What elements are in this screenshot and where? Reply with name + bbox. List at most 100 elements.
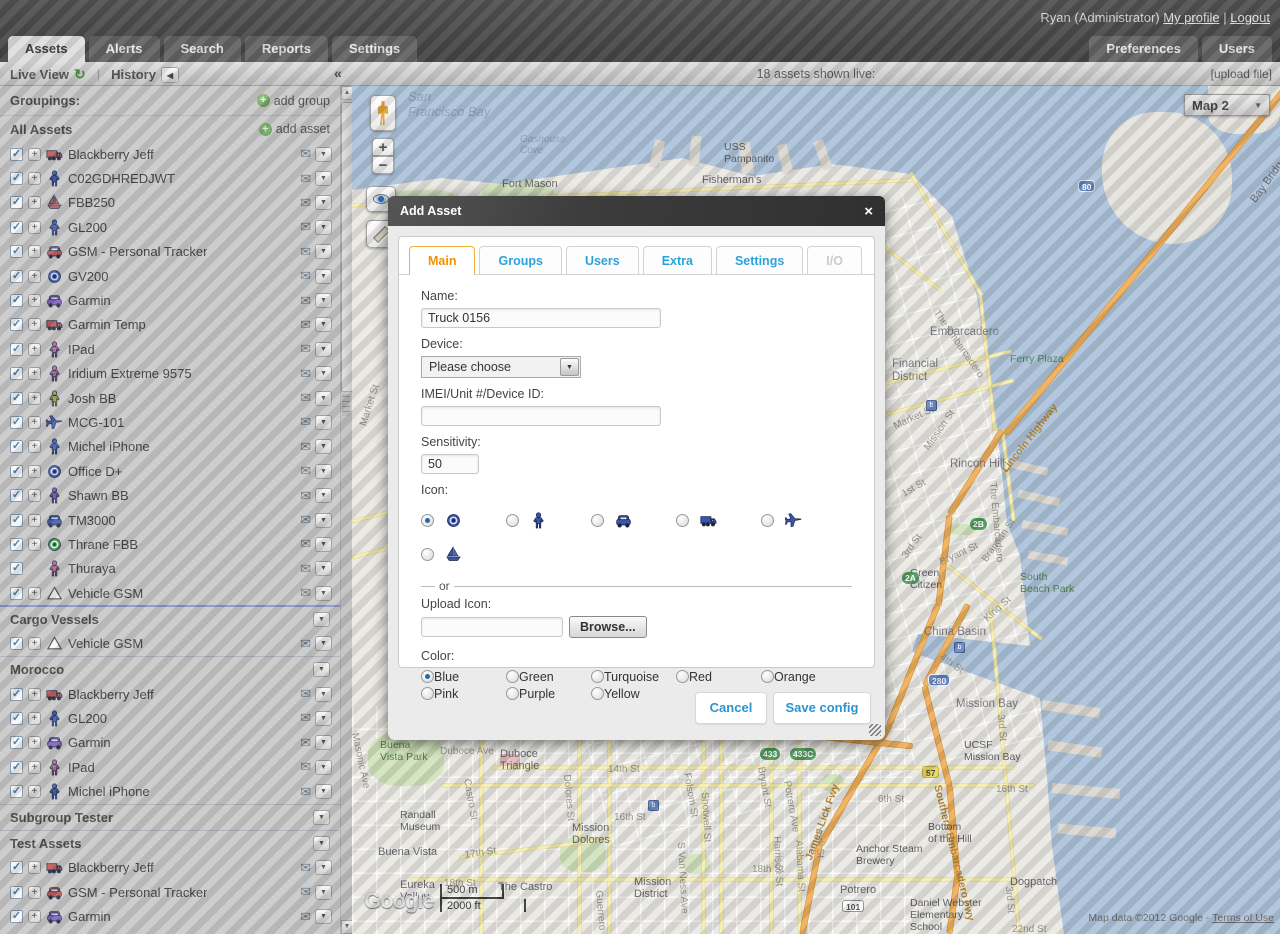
message-envelope-icon[interactable]: ✉ — [300, 195, 311, 211]
asset-menu-button[interactable]: ▼ — [315, 317, 332, 332]
expand-plus-button[interactable]: + — [28, 489, 41, 502]
asset-checkbox[interactable]: ✓ — [10, 637, 23, 650]
dialog-titlebar[interactable]: Add Asset × — [388, 196, 885, 226]
tab-assets[interactable]: Assets — [8, 36, 85, 62]
message-envelope-icon[interactable]: ✉ — [300, 884, 311, 900]
message-envelope-icon[interactable]: ✉ — [300, 414, 311, 430]
asset-menu-button[interactable]: ▼ — [315, 220, 332, 235]
asset-checkbox[interactable]: ✓ — [10, 910, 23, 923]
asset-checkbox[interactable]: ✓ — [10, 270, 23, 283]
message-envelope-icon[interactable]: ✉ — [300, 439, 311, 455]
icon-option-truck[interactable] — [676, 503, 761, 537]
asset-checkbox[interactable]: ✓ — [10, 392, 23, 405]
message-envelope-icon[interactable]: ✉ — [300, 244, 311, 260]
asset-checkbox[interactable]: ✓ — [10, 343, 23, 356]
history-label[interactable]: History — [111, 67, 156, 82]
dialog-resize-grip[interactable] — [869, 724, 881, 736]
asset-name[interactable]: Blackberry Jeff — [68, 860, 154, 875]
asset-menu-button[interactable]: ▼ — [315, 269, 332, 284]
group-menu-button[interactable]: ▼ — [313, 612, 330, 627]
asset-name[interactable]: C02GDHREDJWT — [68, 171, 175, 186]
terms-of-use-link[interactable]: Terms of Use — [1212, 912, 1274, 924]
asset-menu-button[interactable]: ▼ — [315, 439, 332, 454]
tab-preferences[interactable]: Preferences — [1089, 36, 1197, 62]
asset-menu-button[interactable]: ▼ — [315, 147, 332, 162]
expand-plus-button[interactable]: + — [28, 587, 41, 600]
asset-row[interactable]: ✓+GSM - Personal Tracker✉▼ — [0, 240, 340, 264]
asset-row[interactable]: ✓+Shawn BB✉▼ — [0, 483, 340, 507]
message-envelope-icon[interactable]: ✉ — [300, 463, 311, 479]
zoom-in-button[interactable]: + — [372, 138, 394, 156]
asset-row[interactable]: ✓+GV200✉▼ — [0, 264, 340, 288]
message-envelope-icon[interactable]: ✉ — [300, 585, 311, 601]
expand-plus-button[interactable]: + — [28, 367, 41, 380]
icon-radio[interactable] — [506, 514, 519, 527]
asset-name[interactable]: TM3000 — [68, 513, 116, 528]
upload-file-link[interactable]: [upload file] — [1211, 67, 1272, 81]
dialog-tab-main[interactable]: Main — [409, 246, 475, 274]
asset-checkbox[interactable]: ✓ — [10, 761, 23, 774]
asset-row[interactable]: ✓+Vehicle GSM✉▼ — [0, 581, 340, 605]
imei-field[interactable] — [421, 406, 661, 426]
asset-name[interactable]: IPad — [68, 760, 95, 775]
dialog-tab-settings[interactable]: Settings — [716, 246, 803, 274]
expand-plus-button[interactable]: + — [28, 538, 41, 551]
expand-plus-button[interactable]: + — [28, 392, 41, 405]
add-group-button[interactable]: + add group — [257, 94, 330, 108]
asset-menu-button[interactable]: ▼ — [315, 342, 332, 357]
asset-name[interactable]: Iridium Extreme 9575 — [68, 366, 192, 381]
message-envelope-icon[interactable]: ✉ — [300, 561, 311, 577]
asset-checkbox[interactable]: ✓ — [10, 688, 23, 701]
expand-plus-button[interactable]: + — [28, 861, 41, 874]
zoom-out-button[interactable]: − — [372, 156, 394, 174]
message-envelope-icon[interactable]: ✉ — [300, 488, 311, 504]
asset-name[interactable]: IPad — [68, 342, 95, 357]
asset-row[interactable]: ✓+Garmin Temp✉▼ — [0, 313, 340, 337]
tab-settings[interactable]: Settings — [332, 36, 417, 62]
asset-row[interactable]: ✓+Blackberry Jeff✉▼ — [0, 142, 340, 166]
icon-radio[interactable] — [421, 548, 434, 561]
message-envelope-icon[interactable]: ✉ — [300, 686, 311, 702]
asset-row[interactable]: ✓+Office D+✉▼ — [0, 459, 340, 483]
asset-menu-button[interactable]: ▼ — [315, 909, 332, 924]
message-envelope-icon[interactable]: ✉ — [300, 784, 311, 800]
asset-row[interactable]: ✓+IPad✉▼ — [0, 337, 340, 361]
asset-name[interactable]: Thuraya — [68, 561, 116, 576]
icon-radio[interactable] — [591, 514, 604, 527]
save-config-button[interactable]: Save config — [773, 692, 871, 724]
message-envelope-icon[interactable]: ✉ — [300, 317, 311, 333]
message-envelope-icon[interactable]: ✉ — [300, 909, 311, 925]
asset-checkbox[interactable]: ✓ — [10, 172, 23, 185]
asset-name[interactable]: GL200 — [68, 220, 107, 235]
logout-link[interactable]: Logout — [1230, 10, 1270, 25]
expand-plus-button[interactable]: + — [28, 712, 41, 725]
message-envelope-icon[interactable]: ✉ — [300, 219, 311, 235]
asset-menu-button[interactable]: ▼ — [315, 760, 332, 775]
asset-name[interactable]: GV200 — [68, 269, 108, 284]
message-envelope-icon[interactable]: ✉ — [300, 636, 311, 652]
asset-name[interactable]: Vehicle GSM — [68, 586, 143, 601]
asset-row[interactable]: ✓Thuraya✉▼ — [0, 557, 340, 581]
asset-checkbox[interactable]: ✓ — [10, 416, 23, 429]
asset-checkbox[interactable]: ✓ — [10, 712, 23, 725]
expand-plus-button[interactable]: + — [28, 196, 41, 209]
asset-name[interactable]: GSM - Personal Tracker — [68, 885, 207, 900]
asset-menu-button[interactable]: ▼ — [315, 464, 332, 479]
asset-menu-button[interactable]: ▼ — [315, 561, 332, 576]
pegman-control[interactable] — [370, 95, 396, 131]
message-envelope-icon[interactable]: ✉ — [300, 171, 311, 187]
group-menu-button[interactable]: ▼ — [313, 662, 330, 677]
sidebar-resize-grip[interactable] — [342, 394, 350, 416]
message-envelope-icon[interactable]: ✉ — [300, 710, 311, 726]
group-menu-button[interactable]: ▼ — [313, 836, 330, 851]
asset-checkbox[interactable]: ✓ — [10, 736, 23, 749]
icon-option-boat[interactable] — [421, 537, 506, 571]
asset-row[interactable]: ✓+GSM - Personal Tracker✉▼ — [0, 880, 340, 904]
asset-row[interactable]: ✓+TM3000✉▼ — [0, 508, 340, 532]
expand-plus-button[interactable]: + — [28, 910, 41, 923]
asset-row[interactable]: ✓+Blackberry Jeff✉▼ — [0, 682, 340, 706]
tab-reports[interactable]: Reports — [245, 36, 328, 62]
live-view-label[interactable]: Live View — [10, 67, 69, 82]
asset-checkbox[interactable]: ✓ — [10, 465, 23, 478]
dialog-tab-users[interactable]: Users — [566, 246, 639, 274]
